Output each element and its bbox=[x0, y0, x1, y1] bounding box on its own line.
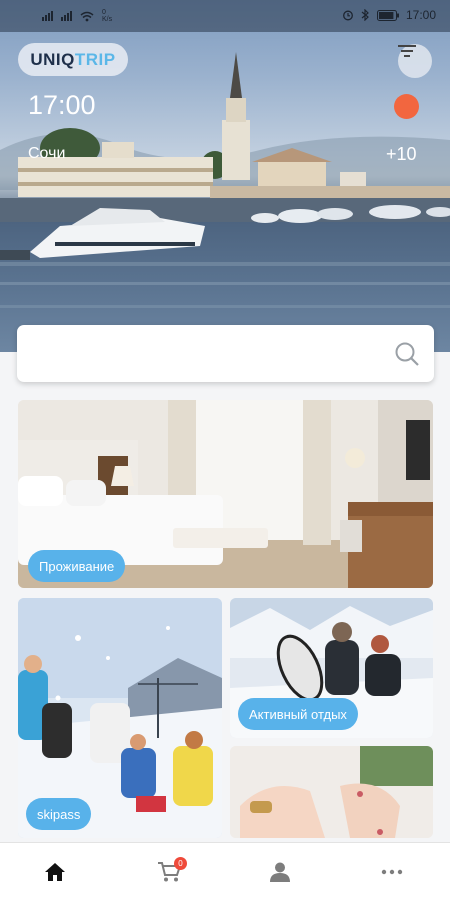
nav-home[interactable] bbox=[40, 857, 70, 887]
home-icon bbox=[45, 863, 65, 881]
status-bar: 0 K/s 17:00 bbox=[0, 0, 450, 32]
bluetooth-icon bbox=[361, 9, 369, 21]
hero-banner: UNIQ TRIP 17:00 Сочи +10 bbox=[0, 0, 450, 352]
category-card-active-leisure[interactable]: Активный отдых bbox=[230, 598, 433, 738]
nav-more[interactable] bbox=[377, 857, 407, 887]
status-time: 17:00 bbox=[405, 8, 436, 22]
category-label: skipass bbox=[26, 798, 92, 830]
net-speed: 0 K/s bbox=[102, 9, 113, 23]
bottom-navigation bbox=[0, 842, 450, 900]
category-card-accommodation[interactable]: Проживание bbox=[18, 400, 433, 588]
category-card-skipass[interactable]: skipass bbox=[18, 598, 222, 838]
signal-icon-2 bbox=[61, 11, 72, 21]
city-name: Сочи bbox=[28, 145, 66, 162]
wifi-icon bbox=[80, 11, 94, 21]
local-time: 17:00 bbox=[28, 90, 96, 120]
signal-icon bbox=[42, 11, 53, 21]
filter-icon bbox=[398, 45, 416, 57]
spa-image bbox=[230, 746, 433, 838]
category-label: Проживание bbox=[28, 550, 126, 582]
logo-text-secondary: TRIP bbox=[74, 49, 116, 69]
category-label: Активный отдых bbox=[238, 698, 358, 730]
logo-text-primary: UNIQ bbox=[30, 49, 75, 69]
nav-profile[interactable] bbox=[265, 857, 295, 887]
battery-icon bbox=[376, 9, 399, 21]
filter-button[interactable] bbox=[398, 44, 432, 78]
sun-icon bbox=[394, 94, 419, 119]
alarm-icon bbox=[343, 10, 353, 21]
cart-count-badge: 0 bbox=[174, 857, 187, 870]
search-bar[interactable] bbox=[17, 325, 434, 382]
app-logo[interactable]: UNIQ TRIP bbox=[18, 43, 128, 76]
user-icon bbox=[270, 862, 290, 882]
category-card-spa[interactable] bbox=[230, 746, 433, 838]
more-icon bbox=[381, 869, 403, 875]
search-input[interactable] bbox=[31, 339, 391, 367]
temperature: +10 bbox=[386, 144, 417, 164]
search-icon[interactable] bbox=[394, 341, 420, 367]
